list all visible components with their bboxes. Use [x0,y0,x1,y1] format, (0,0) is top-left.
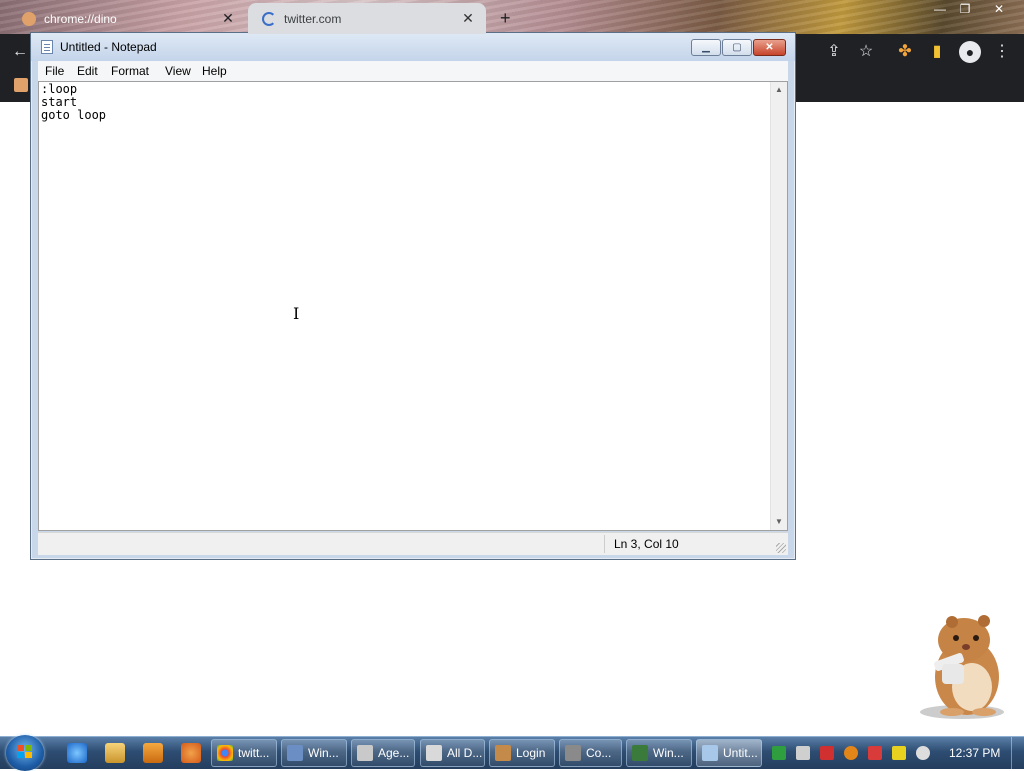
menu-format[interactable]: Format [111,64,149,78]
taskbar-button-label: Age... [378,746,410,760]
tab-close-icon[interactable]: ✕ [460,10,476,27]
minimize-button[interactable]: ▁ [691,39,721,56]
tab-title: chrome://dino [44,11,117,26]
file-explorer-icon[interactable] [105,743,125,763]
new-tab-button[interactable]: + [500,8,511,29]
tab-close-icon[interactable]: ✕ [220,10,236,27]
taskbar-button-label: Win... [653,746,684,760]
app-icon[interactable] [181,743,201,763]
tray-volume-icon[interactable] [916,746,930,760]
login-icon [495,745,511,761]
taskbar-button-notepad[interactable]: Untit... [696,739,762,767]
window-title: Untitled - Notepad [60,40,157,54]
taskbar-button-label: Login [516,746,546,760]
menu-kebab-icon[interactable]: ⋮ [992,42,1012,62]
chrome-close-icon[interactable]: ✕ [986,0,1012,18]
tray-app-icon[interactable] [772,746,786,760]
text-cursor-icon: I [293,304,300,323]
menu-bar: File Edit Format View Help [38,61,788,81]
extensions-icon[interactable]: ✤ [895,42,915,62]
sidebar-icon[interactable]: ▮ [927,42,947,62]
taskbar-clock[interactable]: 12:37 PM [949,746,1000,760]
taskbar-button-label: Win... [308,746,339,760]
menu-help[interactable]: Help [202,64,227,78]
share-icon[interactable]: ⇪ [824,42,844,62]
menu-view[interactable]: View [165,64,191,78]
hamster-mascot-icon [920,615,1004,719]
taskbar-button-all-documents[interactable]: All D... [420,739,485,767]
media-player-icon[interactable] [143,743,163,763]
taskbar-button-agent[interactable]: Age... [351,739,415,767]
resize-grip-icon[interactable] [776,543,786,553]
windows-logo-icon [17,745,32,758]
profile-icon[interactable]: ● [959,41,981,63]
menu-edit[interactable]: Edit [77,64,98,78]
bookmark-icon[interactable] [14,78,28,92]
window-icon [287,745,303,761]
taskbar-button-twitter[interactable]: twitt... [211,739,277,767]
status-bar: Ln 3, Col 10 [38,532,788,555]
notepad-icon [41,40,53,54]
tab-favicon-icon [22,11,36,26]
tray-flag-icon[interactable] [868,746,882,760]
taskbar-button-login[interactable]: Login [489,739,555,767]
cursor-position: Ln 3, Col 10 [614,537,679,551]
tab-title: twitter.com [284,11,342,26]
tab-chrome-dino[interactable]: chrome://dino ✕ [8,3,246,34]
loading-spinner-icon [262,11,276,26]
scroll-up-arrow-icon[interactable]: ▲ [771,82,787,98]
taskbar-button-label: twitt... [238,746,270,760]
internet-explorer-icon[interactable] [67,743,87,763]
agent-icon [357,745,373,761]
notepad-window: Untitled - Notepad ▁ ▢ ✕ File Edit Forma… [30,32,796,560]
taskbar-button-label: Co... [586,746,612,760]
browser-tab-strip: chrome://dino ✕ twitter.com ✕ + — ❐ ✕ [0,0,1024,34]
vertical-scrollbar[interactable]: ▲ ▼ [770,82,787,530]
scroll-down-arrow-icon[interactable]: ▼ [771,514,787,530]
menu-file[interactable]: File [45,64,64,78]
chrome-minimize-icon[interactable]: — [927,0,953,18]
back-arrow-icon[interactable]: ← [10,42,30,62]
notepad-titlebar[interactable]: Untitled - Notepad ▁ ▢ ✕ [31,33,795,61]
taskbar-button-window-1[interactable]: Win... [281,739,347,767]
tray-network-icon[interactable] [796,746,810,760]
terminal-icon [632,745,648,761]
status-divider [604,535,605,553]
taskbar-button-console[interactable]: Co... [559,739,622,767]
chrome-icon [217,745,233,761]
show-desktop-button[interactable] [1011,737,1024,769]
editor-text[interactable]: :loop start goto loop [41,83,106,122]
tab-twitter[interactable]: twitter.com ✕ [248,3,486,34]
tray-search-icon[interactable] [844,746,858,760]
console-icon [565,745,581,761]
taskbar-button-label: Untit... [723,746,758,760]
tray-battery-icon[interactable] [892,746,906,760]
folder-icon [426,745,442,761]
close-button[interactable]: ✕ [753,39,786,56]
maximize-button[interactable]: ▢ [722,39,752,56]
taskbar-button-window-2[interactable]: Win... [626,739,692,767]
taskbar: twitt... Win... Age... All D... Login Co… [0,735,1024,771]
chrome-restore-icon[interactable]: ❐ [952,0,978,18]
start-button[interactable] [6,735,44,771]
notepad-icon [702,745,718,761]
taskbar-button-label: All D... [447,746,483,760]
star-icon[interactable]: ☆ [856,42,876,62]
text-editor-area[interactable]: :loop start goto loop ▲ ▼ [38,81,788,531]
tray-check-icon[interactable] [820,746,834,760]
